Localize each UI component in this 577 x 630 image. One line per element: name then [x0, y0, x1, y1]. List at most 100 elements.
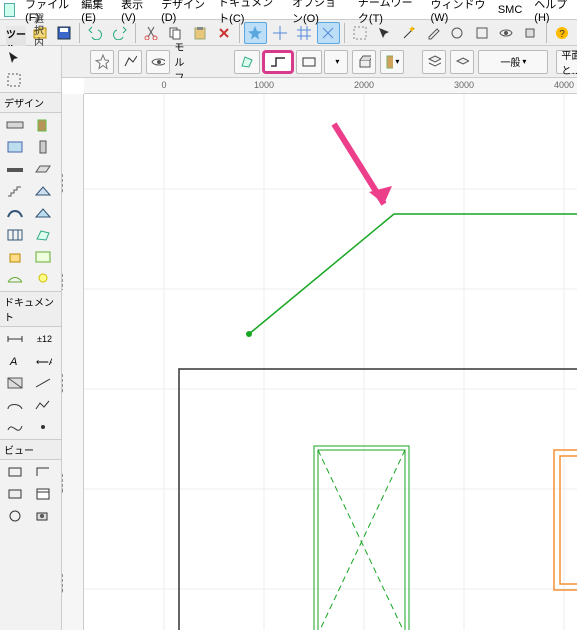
layer-dropdown[interactable]: 一般 [478, 50, 548, 74]
skylight-tool[interactable] [29, 202, 57, 224]
detail-tool[interactable] [1, 505, 29, 527]
section-design: デザイン [0, 92, 61, 113]
tool-misc-1[interactable] [446, 22, 468, 44]
help-button[interactable]: ? [550, 22, 572, 44]
magic-wand-button[interactable] [397, 22, 419, 44]
rect-icon [301, 54, 317, 70]
curtainwall-tool[interactable] [1, 224, 29, 246]
wall-tool[interactable] [1, 114, 29, 136]
arrow-tool[interactable] [1, 47, 60, 69]
redo-button[interactable] [108, 22, 130, 44]
label-tool[interactable]: ⟵A1 [29, 350, 57, 372]
lamp-tool[interactable] [29, 268, 57, 290]
section-document: ドキュメント [0, 291, 61, 327]
paste-button[interactable] [188, 22, 210, 44]
geometry-more-button[interactable] [324, 50, 348, 74]
save-button[interactable] [53, 22, 75, 44]
ruler-h-tick: 4000 [554, 80, 574, 90]
layer-button-1[interactable] [422, 50, 446, 74]
polyline-tool[interactable] [29, 394, 57, 416]
text-tool[interactable]: A [1, 350, 29, 372]
snap-perp-button[interactable] [317, 22, 339, 44]
spline-tool[interactable] [1, 416, 29, 438]
delete-button[interactable] [213, 22, 235, 44]
info-bar: ツールボ… × 選択 選択内容:1 編集可能:1 モルフ [0, 46, 577, 78]
geometry-rect-button[interactable] [296, 50, 322, 74]
star-icon [95, 54, 109, 70]
drawing-viewport[interactable] [84, 94, 577, 630]
snap-toggle-button[interactable] [244, 22, 266, 44]
suspend-groups-button[interactable] [349, 22, 371, 44]
slab-tool[interactable] [29, 158, 57, 180]
extrude-button[interactable] [352, 50, 376, 74]
undo-button[interactable] [84, 22, 106, 44]
tool-misc-2[interactable] [470, 22, 492, 44]
morph-tool[interactable] [29, 224, 57, 246]
column-tool[interactable] [29, 136, 57, 158]
marquee-tool[interactable] [1, 69, 60, 91]
annotation-arrow [334, 124, 392, 204]
ruler-v-tick: 2000 [62, 469, 69, 489]
marquee-icon [6, 72, 22, 88]
object-tool[interactable] [1, 246, 29, 268]
texture-button[interactable] [380, 50, 404, 74]
arc-tool[interactable] [1, 394, 29, 416]
beam-tool[interactable] [1, 158, 29, 180]
ruler-v-tick: 1000 [62, 569, 69, 589]
geometry-poly-button[interactable] [234, 50, 260, 74]
main-toolbar: ? [0, 20, 577, 46]
favorites-button[interactable] [90, 50, 114, 74]
window-tool[interactable] [1, 136, 29, 158]
zone-tool[interactable] [29, 246, 57, 268]
stair-tool[interactable] [1, 180, 29, 202]
camera-tool[interactable] [29, 505, 57, 527]
fill-tool[interactable] [1, 372, 29, 394]
guides-button[interactable] [269, 22, 291, 44]
level-dim-tool[interactable]: ±12 [29, 328, 57, 350]
element-settings-button[interactable] [118, 50, 142, 74]
ruler-h-tick: 2000 [354, 80, 374, 90]
tool-misc-3[interactable] [519, 22, 541, 44]
ruler-vertical: 5000 4000 3000 2000 1000 [62, 94, 84, 630]
polygon-icon [239, 54, 255, 70]
svg-text:⟵A1: ⟵A1 [36, 357, 52, 367]
ruler-v-tick: 3000 [62, 369, 69, 389]
interior-elev-tool[interactable] [1, 483, 29, 505]
door-opening[interactable] [314, 446, 409, 630]
menu-smc[interactable]: SMC [492, 2, 528, 18]
visibility-button[interactable] [146, 50, 170, 74]
toolbox: デザイン ドキュメント ±12 A ⟵A1 ビュー [0, 46, 62, 630]
worksheet-tool[interactable] [29, 483, 57, 505]
geometry-step-button[interactable] [262, 50, 294, 74]
ruler-horizontal: 0 1000 2000 3000 4000 [84, 78, 577, 94]
morph-node[interactable] [246, 331, 252, 337]
view-name: 平面図と… [561, 47, 577, 77]
canvas-area: 0 1000 2000 3000 4000 5000 4000 3000 200… [62, 78, 577, 630]
section-tool[interactable] [1, 461, 29, 483]
shell-tool[interactable] [1, 202, 29, 224]
view-dropdown[interactable]: 平面図と… [556, 50, 577, 74]
ruler-v-tick: 5000 [62, 169, 69, 189]
hotspot-tool[interactable] [29, 416, 57, 438]
layer-button-2[interactable] [450, 50, 474, 74]
building-outline [179, 369, 577, 630]
orange-frame[interactable] [554, 450, 577, 590]
eyedropper-button[interactable] [422, 22, 444, 44]
grid-button[interactable] [293, 22, 315, 44]
arrow-icon [6, 50, 22, 66]
svg-text:?: ? [559, 29, 565, 40]
morph-icon [123, 54, 137, 70]
cut-button[interactable] [140, 22, 162, 44]
svg-text:±12: ±12 [37, 334, 52, 344]
line-tool[interactable] [29, 372, 57, 394]
door-tool[interactable] [29, 114, 57, 136]
ruler-v-tick: 4000 [62, 269, 69, 289]
dimension-tool[interactable] [1, 328, 29, 350]
show-all-button[interactable] [495, 22, 517, 44]
elevation-tool[interactable] [29, 461, 57, 483]
ruler-h-tick: 3000 [454, 80, 474, 90]
pick-button[interactable] [373, 22, 395, 44]
mesh-tool[interactable] [1, 268, 29, 290]
roof-tool[interactable] [29, 180, 57, 202]
morph-edge[interactable] [249, 214, 577, 339]
